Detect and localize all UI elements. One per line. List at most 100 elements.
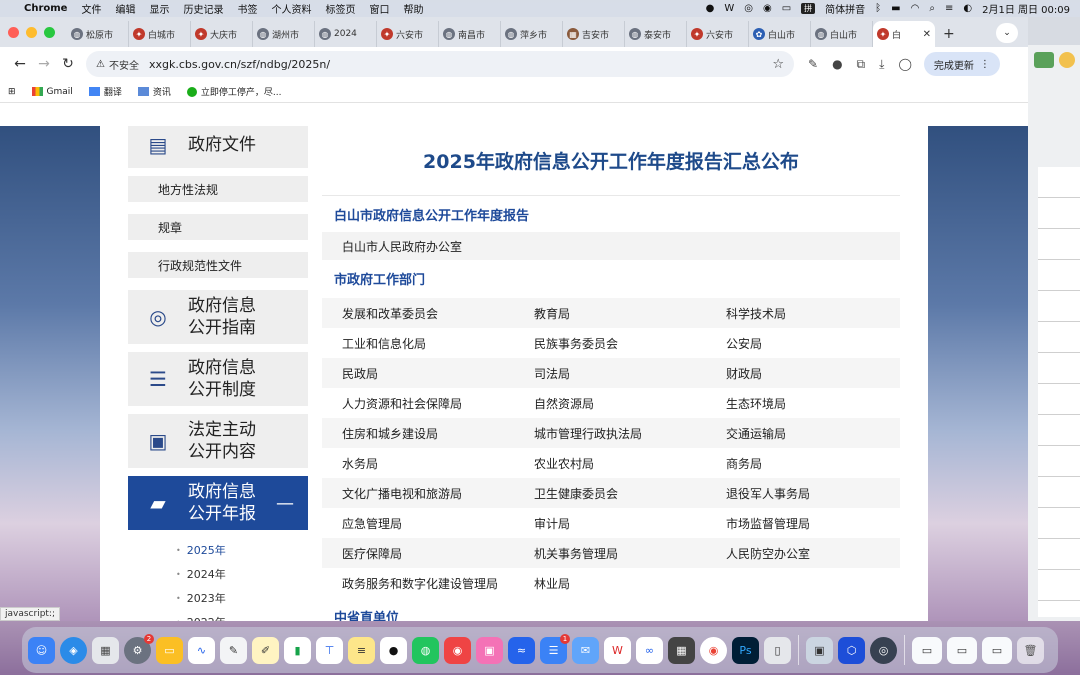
zoom-window-button[interactable] [44,26,55,38]
pages-icon[interactable]: ✐ [252,636,279,664]
iphone-mirroring-icon[interactable]: ▯ [764,636,791,664]
calculator-icon[interactable]: ▦ [668,636,695,664]
department-link[interactable]: 民政局 [322,358,514,388]
sidebar-item-annual-reports[interactable]: ▰ 政府信息 公开年报 — [128,476,308,530]
close-tab-icon[interactable]: ✕ [923,29,931,40]
menu-window[interactable]: 窗口 [369,1,389,16]
department-link[interactable]: 住房和城乡建设局 [322,418,514,448]
department-link[interactable]: 工业和信息化局 [322,328,514,358]
wechat-icon[interactable]: ◉ [763,3,772,14]
wechat-dock-icon[interactable]: ◍ [412,636,439,664]
menu-app-name[interactable]: Chrome [24,3,67,14]
menu-file[interactable]: 文件 [81,1,101,16]
freeform-icon[interactable]: ∿ [188,636,215,664]
back-button[interactable]: ← [8,56,32,72]
extension-icon-red[interactable]: ● [832,57,842,71]
launchpad-icon[interactable]: ▦ [92,636,119,664]
year-link-2024[interactable]: 2024年 [176,562,308,586]
preview-icon[interactable]: ▣ [806,636,833,664]
department-link[interactable]: 政务服务和数字化建设管理局 [322,568,514,598]
window-thumbnail-3[interactable]: ▭ [982,636,1012,664]
bluetooth-icon[interactable]: ᛒ [875,3,881,14]
tab-huzhou[interactable]: ◍ 湖州市 [253,21,315,47]
department-link[interactable]: 城市管理行政执法局 [514,418,706,448]
photoshop-icon[interactable]: Ps [732,636,759,664]
url-text[interactable]: xxgk.cbs.gov.cn/szf/ndbg/2025n/ [149,58,330,71]
avatar[interactable] [1059,52,1075,68]
finder-icon[interactable]: ☺ [28,636,55,664]
tab-baishan-2[interactable]: ◍ 白山市 [811,21,873,47]
profile-icon[interactable]: ◯ [898,57,911,71]
menubar-clock[interactable]: 2月1日 周日 00:09 [982,1,1070,16]
bookmark-news[interactable]: 资讯 [137,85,171,98]
sidebar-item-disclosure-guide[interactable]: ◎ 政府信息 公开指南 [128,290,308,344]
download-icon[interactable]: ⤓ [879,57,884,72]
xcode-icon[interactable]: ⬡ [838,636,865,664]
bookmark-translate[interactable]: 翻译 [88,85,122,98]
chrome-icon[interactable]: ◉ [700,636,727,664]
apps-grid-icon[interactable]: ⊞ [8,87,16,97]
numbers-icon[interactable]: ▮ [284,636,311,664]
department-link[interactable]: 审计局 [514,508,706,538]
notes-icon[interactable]: ▭ [156,636,183,664]
keynote-icon[interactable]: ⊤ [316,636,343,664]
sidebar-sub-rules[interactable]: 规章 [128,214,308,240]
warning-icon[interactable]: ⚠ [96,59,105,70]
department-link[interactable]: 自然资源局 [514,388,706,418]
sidebar-sub-local-regulations[interactable]: 地方性法规 [128,176,308,202]
menu-tabs[interactable]: 标签页 [325,1,355,16]
department-link[interactable]: 生态环境局 [706,388,900,418]
sidebar-sub-normative-docs[interactable]: 行政规范性文件 [128,252,308,278]
qq-icon[interactable]: ● [380,636,407,664]
screen-recorder-icon[interactable]: ◎ [870,636,897,664]
tab-search-button[interactable]: ⌄ [996,23,1018,43]
department-link[interactable]: 水务局 [322,448,514,478]
menu-help[interactable]: 帮助 [403,1,423,16]
search-icon[interactable]: ⌕ [929,3,935,14]
department-link[interactable]: 农业农村局 [514,448,706,478]
year-link-2025[interactable]: 2025年 [176,538,308,562]
department-link[interactable]: 司法局 [514,358,706,388]
ime-icon[interactable]: 拼 [801,3,816,14]
tab-baicheng[interactable]: ✦ 白城市 [129,21,191,47]
extensions-puzzle-icon[interactable]: ⧉ [857,57,866,72]
department-link[interactable]: 商务局 [706,448,900,478]
menu-bookmarks[interactable]: 书签 [237,1,257,16]
department-link[interactable]: 公安局 [706,328,900,358]
tab-daqing[interactable]: ✦ 大庆市 [191,21,253,47]
tab-pingxiang[interactable]: ◍ 萍乡市 [501,21,563,47]
new-tab-button[interactable]: + [935,21,963,47]
tab-active[interactable]: ✦ 白 ✕ [873,21,935,47]
menu-view[interactable]: 显示 [149,1,169,16]
battery-level-icon[interactable]: ▬ [891,3,900,14]
minimize-window-button[interactable] [26,26,37,38]
department-link[interactable]: 民族事务委员会 [514,328,706,358]
department-link[interactable]: 退役军人事务局 [706,478,900,508]
tab-baishan[interactable]: ✿ 白山市 [749,21,811,47]
window-thumbnail-2[interactable]: ▭ [947,636,977,664]
lark-icon[interactable]: ≈ [508,636,535,664]
department-link[interactable]: 应急管理局 [322,508,514,538]
background-window-button[interactable] [1034,52,1054,68]
forward-button[interactable]: → [32,56,56,72]
bookmark-gmail[interactable]: Gmail [31,87,73,97]
department-link[interactable]: 交通运输局 [706,418,900,448]
tab-nanchang[interactable]: ◍ 南昌市 [439,21,501,47]
control-center-icon[interactable]: ≡ [945,3,953,14]
department-link[interactable]: 卫生健康委员会 [514,478,706,508]
tab-jian[interactable]: ▦ 吉安市 [563,21,625,47]
pen-extension-icon[interactable]: ✎ [808,57,818,71]
tab-songyuan[interactable]: ◍ 松原市 [67,21,129,47]
safari-icon[interactable]: ◈ [60,636,87,664]
bookmark-wechat-article[interactable]: 立即停工停产，尽... [186,85,281,98]
tab-taian[interactable]: ◍ 泰安市 [625,21,687,47]
window-thumbnail-1[interactable]: ▭ [912,636,942,664]
department-link[interactable]: 人民防空办公室 [706,538,900,568]
department-link[interactable]: 人力资源和社会保障局 [322,388,514,418]
battery-icon[interactable]: ▭ [782,3,791,14]
mail-icon[interactable]: ✉ [572,636,599,664]
department-link[interactable]: 财政局 [706,358,900,388]
bookmark-star-icon[interactable]: ☆ [772,57,784,72]
wifi-icon[interactable]: ◠ [911,3,920,14]
record-icon[interactable]: ● [706,3,715,14]
